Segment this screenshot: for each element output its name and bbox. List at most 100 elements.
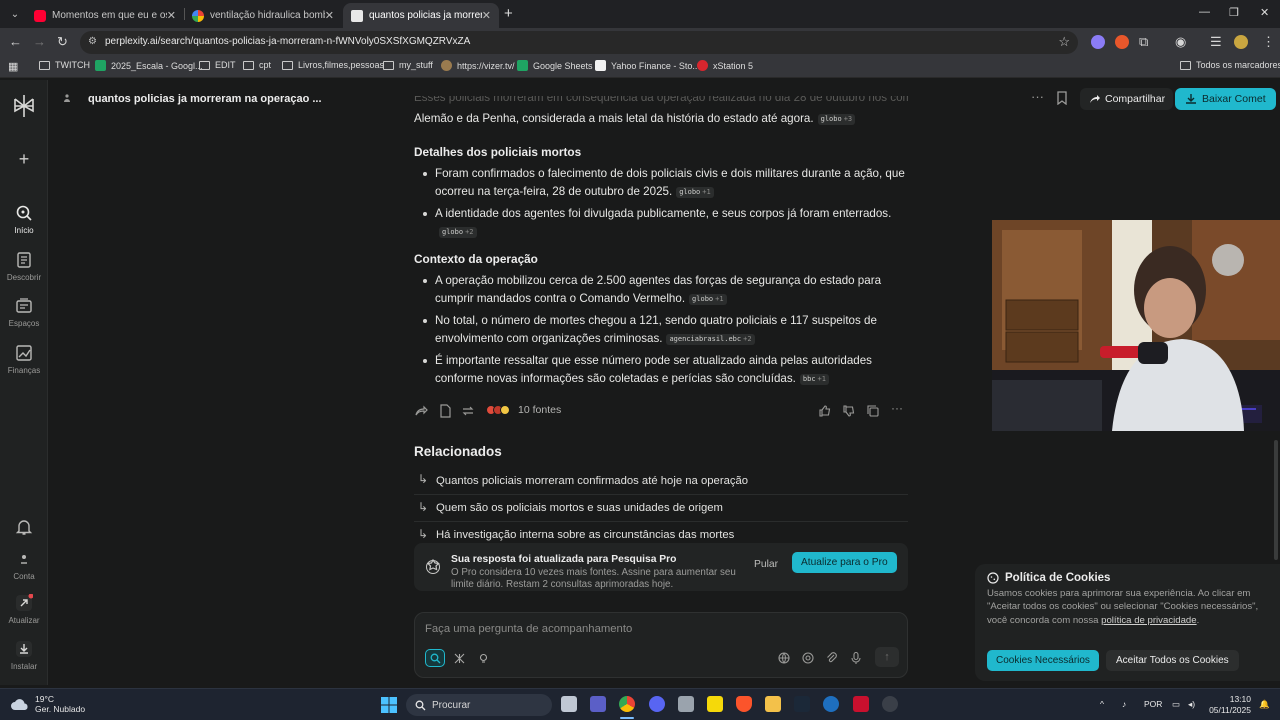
bookmark-icon[interactable] [1056, 91, 1068, 105]
reload-icon[interactable]: ↻ [57, 34, 68, 50]
teams-icon[interactable] [590, 696, 606, 712]
volume-icon[interactable]: ◂) [1188, 699, 1195, 710]
restore-icon[interactable]: ❐ [1229, 6, 1239, 19]
thumbs-up-icon[interactable] [818, 404, 832, 418]
sidebar-item-descobrir[interactable]: Descobrir [0, 251, 48, 282]
citation-chip[interactable]: globo +1 [676, 187, 714, 198]
globe-icon[interactable] [777, 651, 791, 665]
citation-chip[interactable]: bbc +1 [799, 374, 829, 385]
citation-chip[interactable]: globo +3 [817, 114, 856, 125]
sidebar-item-atualizar[interactable]: Atualizar [0, 594, 48, 625]
address-bar[interactable]: ⚙ perplexity.ai/search/quantos-policias-… [80, 31, 1078, 54]
more-actions-icon[interactable]: ··· [891, 401, 905, 415]
related-item[interactable]: ↳ Quem são os policiais mortos e suas uni… [414, 494, 908, 521]
network-icon[interactable]: ▭ [1172, 699, 1180, 710]
necessary-cookies-button[interactable]: Cookies Necessários [987, 650, 1099, 671]
sticky-notes-icon[interactable] [707, 696, 723, 712]
browser-menu-icon[interactable]: ⋮ [1262, 34, 1275, 50]
rewrite-icon[interactable] [461, 404, 475, 418]
more-options-icon[interactable]: ··· [1031, 89, 1044, 104]
citation-chip[interactable]: agenciabrasil.ebc +2 [666, 334, 755, 345]
forward-icon[interactable]: → [33, 34, 46, 49]
sources-button[interactable]: 10 fontes [486, 404, 561, 416]
microphone-tray-icon[interactable]: ♪ [1122, 699, 1126, 709]
accept-all-cookies-button[interactable]: Aceitar Todos os Cookies [1106, 650, 1239, 671]
language-indicator[interactable]: POR [1144, 699, 1162, 709]
sidebar-item-instalar[interactable]: Instalar [0, 640, 48, 671]
tray-overflow-icon[interactable]: ^ [1100, 699, 1104, 709]
attach-icon[interactable] [825, 651, 839, 665]
bookmark-my-stuff[interactable]: my_stuff [383, 60, 433, 70]
bookmark-google-sheets[interactable]: Google Sheets [517, 60, 593, 71]
tab-search-icon[interactable]: ⌄ [6, 5, 24, 23]
close-tab-icon[interactable]: ✕ [167, 9, 176, 22]
sidebar-item-financas[interactable]: Finanças [0, 344, 48, 375]
bookmark-star-icon[interactable]: ☆ [1058, 34, 1070, 50]
brave-icon[interactable] [736, 696, 752, 712]
app-icon[interactable] [823, 696, 839, 712]
all-bookmarks[interactable]: Todos os marcadores [1180, 60, 1280, 70]
bookmark-edit[interactable]: EDIT [199, 60, 236, 70]
close-window-icon[interactable]: ✕ [1260, 6, 1269, 19]
tab-2[interactable]: ventilação hidraulica bombeiro ✕ [184, 3, 342, 28]
model-icon[interactable] [801, 651, 815, 665]
taskbar-search[interactable]: Procurar [406, 694, 552, 716]
perplexity-logo[interactable] [0, 94, 48, 122]
citation-chip[interactable]: globo +2 [439, 227, 477, 238]
labs-mode-toggle[interactable] [473, 649, 493, 667]
export-icon[interactable] [438, 404, 452, 418]
submit-button[interactable]: ↑ [875, 647, 899, 667]
bookmark-xstation[interactable]: xStation 5 [697, 60, 753, 71]
new-tab-icon[interactable]: + [504, 5, 513, 22]
sidebar-item-espacos[interactable]: Espaços [0, 297, 48, 328]
citation-chip[interactable]: globo +1 [689, 294, 727, 305]
privacy-policy-link[interactable]: política de privacidade [1101, 615, 1196, 626]
upgrade-pro-button[interactable]: Atualize para o Pro [792, 552, 897, 573]
windows-start-icon[interactable] [381, 697, 397, 713]
bookmark-twitch[interactable]: TWITCH [39, 60, 90, 70]
bookmark-escala[interactable]: 2025_Escala - Googl... [95, 60, 203, 71]
steam-icon[interactable] [794, 696, 810, 712]
close-tab-icon[interactable]: ✕ [482, 9, 491, 22]
sidebar-item-conta[interactable]: Conta [0, 550, 48, 581]
profile-avatar[interactable] [1234, 35, 1248, 49]
sidebar-item-inicio[interactable]: Início [0, 204, 48, 235]
search-mode-toggle[interactable] [425, 649, 445, 667]
back-icon[interactable]: ← [9, 34, 22, 49]
scrollbar[interactable] [1274, 440, 1278, 560]
tab-3-active[interactable]: quantos policias ja morreram n ✕ [343, 3, 499, 28]
settings-icon[interactable] [882, 696, 898, 712]
weather-widget[interactable]: 19°C Ger. Nublado [10, 694, 85, 714]
file-explorer-icon[interactable] [765, 696, 781, 712]
photos-icon[interactable] [678, 696, 694, 712]
thread-title[interactable]: quantos policias ja morreram na operaçao… [88, 93, 322, 105]
extensions-puzzle-icon[interactable]: ⧉ [1139, 34, 1148, 50]
minimize-icon[interactable]: — [1199, 6, 1210, 18]
clock[interactable]: 13:10 05/11/2025 [1203, 694, 1251, 716]
close-tab-icon[interactable]: ✕ [325, 9, 334, 22]
thumbs-down-icon[interactable] [842, 404, 856, 418]
task-view-icon[interactable] [561, 696, 577, 712]
bookmark-vizer[interactable]: https://vizer.tv/ [441, 60, 515, 71]
skip-button[interactable]: Pular [754, 559, 778, 570]
tab-1[interactable]: Momentos em que eu e os policiais ✕ [26, 3, 184, 28]
bookmark-cpt[interactable]: cpt [243, 60, 271, 70]
download-comet-button[interactable]: Baixar Comet [1175, 88, 1276, 110]
new-thread-button[interactable]: + [0, 150, 48, 172]
related-item[interactable]: ↳ Quantos policiais morreram confirmados … [414, 467, 908, 494]
thread-privacy-icon[interactable] [64, 94, 70, 102]
bookmark-livros[interactable]: Livros,filmes,pessoas [282, 60, 384, 70]
valorant-icon[interactable] [853, 696, 869, 712]
chrome-icon[interactable] [619, 696, 635, 712]
share-button[interactable]: Compartilhar [1080, 88, 1174, 110]
follow-up-input[interactable]: Faça uma pergunta de acompanhamento ↑ [414, 612, 908, 678]
notification-center-icon[interactable]: 🔔 [1259, 699, 1270, 710]
share-icon[interactable] [414, 404, 428, 418]
apps-grid-icon[interactable]: ▦ [8, 60, 18, 73]
extension-icon[interactable] [1091, 35, 1105, 49]
site-info-icon[interactable]: ⚙ [88, 36, 97, 47]
media-icon[interactable]: ◉ [1175, 34, 1186, 50]
discord-icon[interactable] [649, 696, 665, 712]
research-mode-toggle[interactable] [449, 649, 469, 667]
extension-icon[interactable] [1115, 35, 1129, 49]
